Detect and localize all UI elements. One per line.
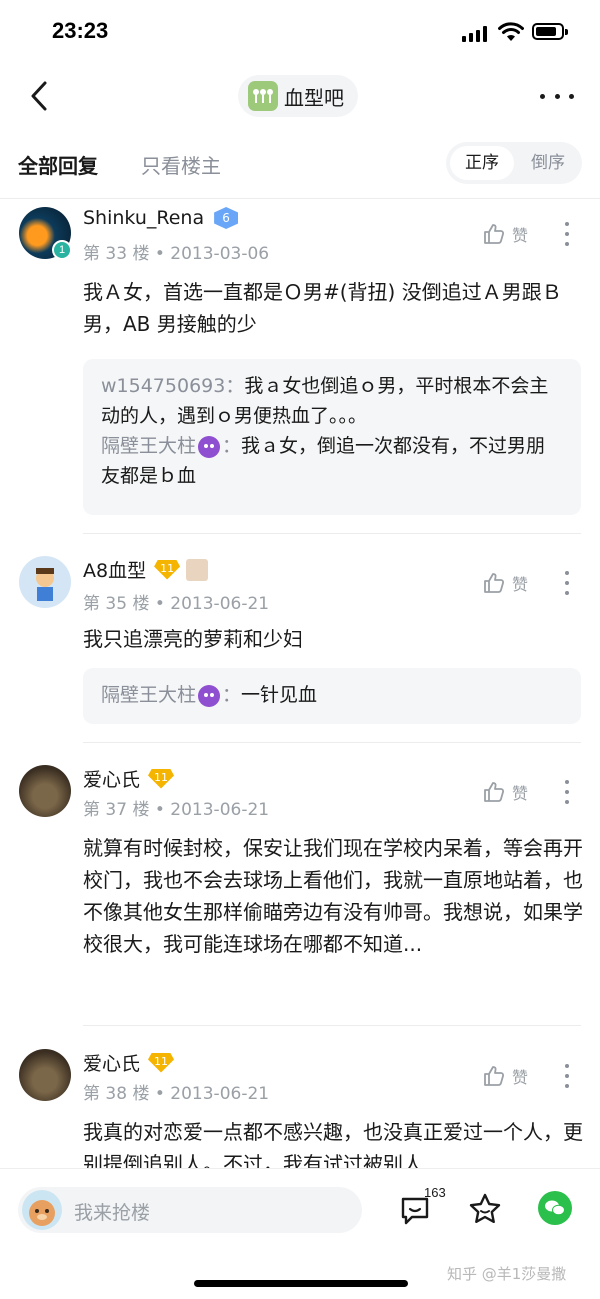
user-level-badge-icon: 1 (52, 240, 72, 260)
reply-placeholder: 我来抢楼 (74, 1202, 151, 1224)
vip-diamond-badge-icon: 11 (148, 1052, 175, 1073)
tabs-divider (0, 198, 600, 199)
thumbs-up-icon (484, 224, 505, 244)
post-username[interactable]: 爱心氏 11 (83, 765, 175, 792)
devil-emoji-icon (198, 684, 221, 707)
more-options-icon[interactable] (540, 88, 574, 104)
battery-icon (532, 23, 568, 40)
post-username[interactable]: 爱心氏 11 (83, 1049, 175, 1076)
post-more-icon[interactable] (563, 571, 571, 595)
reply-input[interactable]: 我来抢楼 (18, 1187, 362, 1233)
post-username[interactable]: Shinku_Rena 6 (83, 207, 239, 229)
post-divider (83, 1025, 581, 1026)
gift-badge-icon (186, 558, 209, 581)
thumbs-up-icon (484, 573, 505, 593)
post-username[interactable]: A8血型 11 (83, 556, 209, 583)
tab-all-replies[interactable]: 全部回复 (18, 150, 98, 179)
post-more-icon[interactable] (563, 1064, 571, 1088)
watermark: 知乎 @羊1莎曼撒 (447, 1265, 567, 1283)
devil-emoji-icon (198, 435, 221, 458)
post-meta: 第 38 楼 • 2013-06-21 (83, 1084, 270, 1104)
forum-logo-icon (248, 81, 278, 111)
like-button[interactable]: 赞 (482, 1064, 528, 1088)
thumbs-up-icon (484, 1066, 505, 1086)
reply-filter-tabs: 全部回复 只看楼主 正序 倒序 (0, 136, 600, 192)
bottom-bar: 我来抢楼 163 知乎 @羊1莎曼撒 (0, 1168, 600, 1299)
comment-count: 163 (424, 1185, 446, 1200)
reply-line: 隔壁王大柱 ：一针见血 (101, 684, 318, 707)
vip-diamond-badge-icon: 11 (154, 559, 181, 580)
like-button[interactable]: 赞 (482, 780, 528, 804)
status-time: 23:23 (52, 18, 109, 43)
avatar[interactable] (19, 1049, 71, 1101)
reply-line: w154750693：我ａ女也倒追ｏ男，平时根本不会主动的人，遇到ｏ男便热血了。… (101, 375, 549, 427)
post-meta: 第 37 楼 • 2013-06-21 (83, 800, 270, 820)
post-content: 我Ａ女，首选一直都是Ｏ男#(背扭) 没倒追过Ａ男跟Ｂ男，AB 男接触的少 (83, 280, 562, 336)
post-more-icon[interactable] (563, 222, 571, 246)
like-button[interactable]: 赞 (482, 222, 528, 246)
thumbs-up-icon (484, 782, 505, 802)
post-divider (83, 742, 581, 743)
reply-preview[interactable]: 隔壁王大柱 ：一针见血 (83, 668, 581, 724)
post-meta: 第 35 楼 • 2013-06-21 (83, 594, 270, 614)
like-button[interactable]: 赞 (482, 571, 528, 595)
back-arrow-icon[interactable] (24, 78, 56, 114)
reply-preview[interactable]: w154750693：我ａ女也倒追ｏ男，平时根本不会主动的人，遇到ｏ男便热血了。… (83, 359, 581, 515)
avatar[interactable] (19, 765, 71, 817)
post-divider (83, 533, 581, 534)
wifi-icon (498, 22, 524, 41)
post-content: 就算有时候封校，保安让我们现在学校内呆着，等会再开校门，我也不会去球场上看他们，… (83, 836, 583, 956)
badge-icon: 6 (214, 207, 239, 229)
forum-name: 血型吧 (284, 85, 344, 110)
sort-desc-button[interactable]: 倒序 (518, 146, 578, 180)
post-more-icon[interactable] (563, 780, 571, 804)
favorite-star-icon[interactable] (467, 1191, 503, 1227)
post-content: 我只追漂亮的萝莉和少妇 (83, 627, 303, 651)
cellular-signal-icon (462, 26, 490, 42)
top-nav: 血型吧 (0, 64, 600, 128)
reply-line: 隔壁王大柱 ：我ａ女，倒追一次都没有，不过男朋友都是ｂ血 (101, 435, 546, 487)
home-indicator (194, 1280, 408, 1287)
wechat-share-icon[interactable] (538, 1191, 572, 1225)
post-meta: 第 33 楼 • 2013-03-06 (83, 244, 270, 264)
tab-op-only[interactable]: 只看楼主 (141, 150, 221, 179)
sort-order-toggle: 正序 倒序 (446, 142, 582, 184)
status-bar: 23:23 (0, 0, 600, 64)
forum-title-pill[interactable]: 血型吧 (238, 75, 358, 117)
vip-diamond-badge-icon: 11 (148, 768, 175, 789)
avatar[interactable] (19, 556, 71, 608)
avatar (22, 1190, 62, 1230)
sort-asc-button[interactable]: 正序 (450, 146, 514, 180)
